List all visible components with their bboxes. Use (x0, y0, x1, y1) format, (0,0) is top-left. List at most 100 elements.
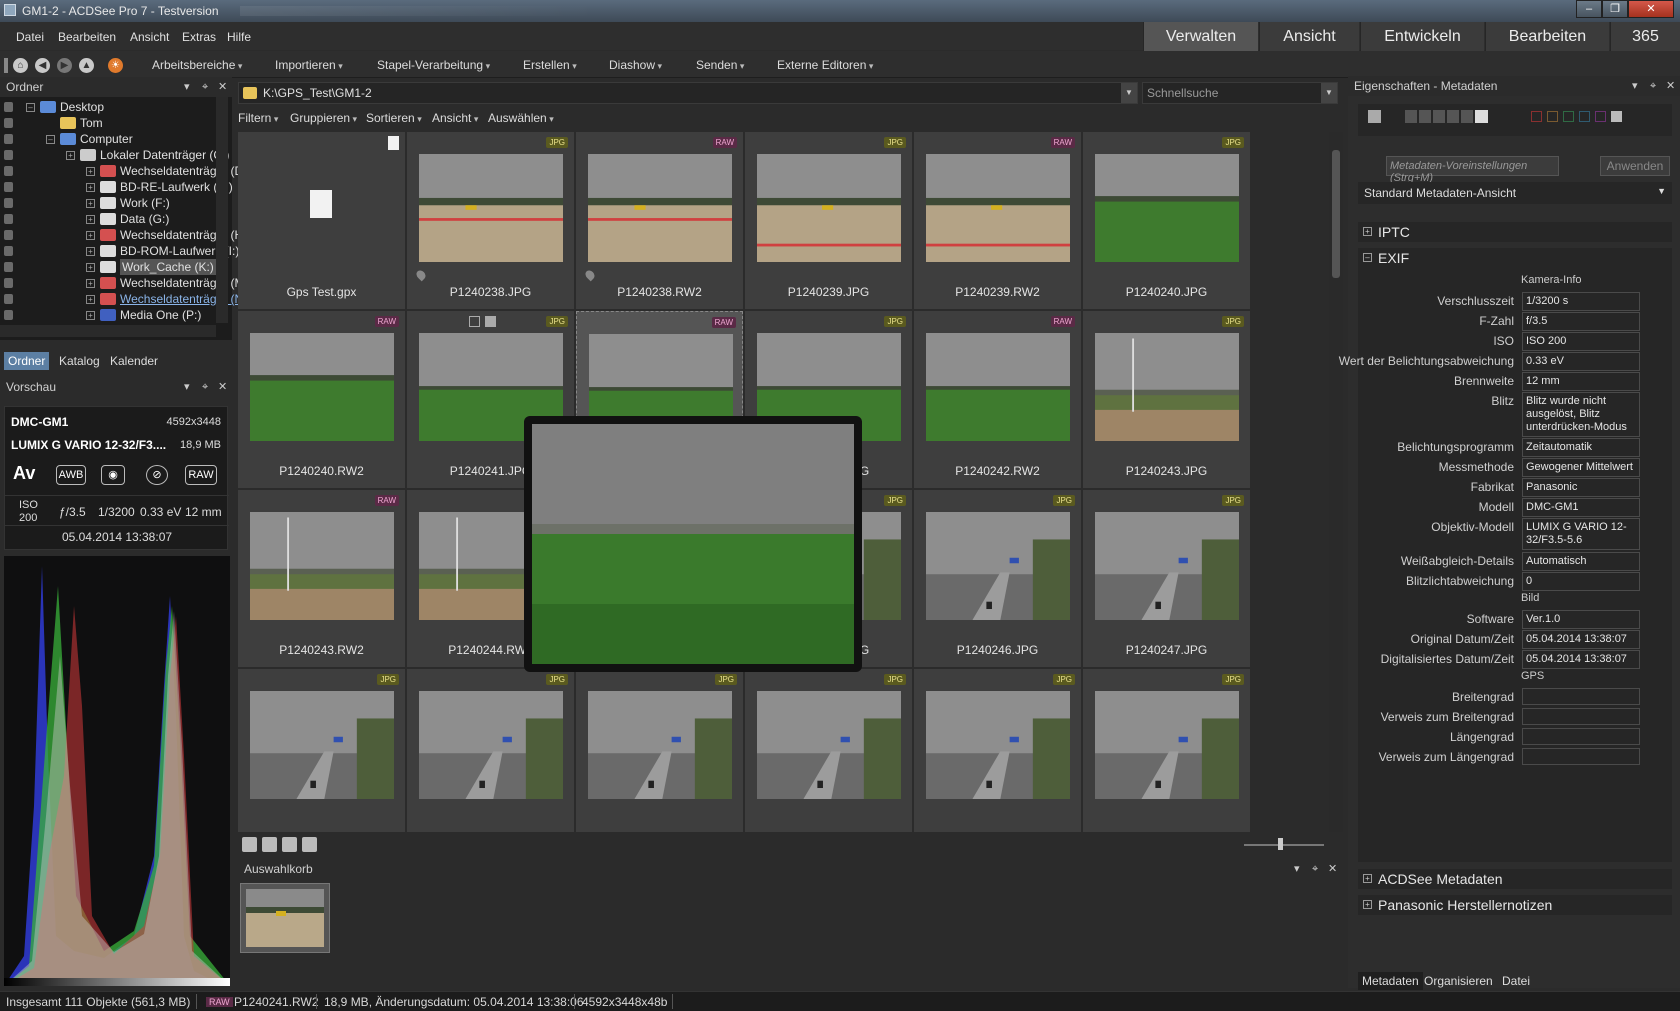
folder-tree-item[interactable]: Computer (80, 131, 133, 147)
tab-ordner[interactable]: Ordner (4, 352, 50, 370)
thumbnail-cell[interactable]: JPG (576, 669, 743, 832)
tb-diashow[interactable]: Diashow (609, 58, 662, 72)
exif-value[interactable] (1522, 708, 1640, 725)
label-orange[interactable] (1547, 111, 1558, 122)
menu-hilfe[interactable]: Hilfe (227, 30, 251, 44)
tb-importieren[interactable]: Importieren (275, 58, 343, 72)
folder-pin-icon[interactable] (4, 262, 13, 272)
exif-value[interactable]: DMC-GM1 (1522, 498, 1640, 517)
thumbnail-cell[interactable]: RAW P1240243.RW2 (238, 490, 405, 667)
folder-pin-icon[interactable] (4, 182, 13, 192)
folder-tree-item[interactable]: Work (F:) (120, 195, 170, 211)
thumbnail-cell[interactable]: JPG P1240240.JPG (1083, 132, 1250, 309)
expand-icon[interactable]: + (86, 183, 95, 192)
folder-tree-item[interactable]: Lokaler Datenträger (C:) (100, 147, 229, 163)
folder-tree-item[interactable]: Work_Cache (K:) (120, 259, 216, 275)
folder-tree-hscrollbar[interactable] (0, 325, 216, 337)
label-purple[interactable] (1595, 111, 1606, 122)
tab-metadaten[interactable]: Metadaten (1358, 972, 1423, 990)
exif-value[interactable]: Gewogener Mittelwert (1522, 458, 1640, 477)
filter-auswaehlen[interactable]: Auswählen (488, 111, 554, 125)
exif-value[interactable]: 0 (1522, 572, 1640, 591)
exif-value[interactable]: Ver.1.0 (1522, 610, 1640, 629)
label-clear[interactable] (1611, 111, 1622, 122)
thumbnail-size-slider[interactable] (1244, 844, 1324, 846)
close-icon[interactable]: ✕ (1328, 859, 1337, 879)
panel-menu-icon[interactable]: ▾ (184, 377, 190, 397)
expand-icon[interactable]: + (86, 231, 95, 240)
tab-datei[interactable]: Datei (1498, 972, 1534, 990)
quick-search-input[interactable]: Schnellsuche ▼ (1142, 82, 1338, 104)
exif-value[interactable]: ISO 200 (1522, 332, 1640, 351)
panel-menu-icon[interactable]: ▾ (1294, 859, 1300, 879)
thumbnail-cell[interactable]: RAW P1240240.RW2 (238, 311, 405, 488)
menu-datei[interactable]: Datei (16, 30, 44, 44)
tab-katalog[interactable]: Katalog (55, 352, 104, 370)
path-bar[interactable]: K:\GPS_Test\GM1-2 ▼ (238, 82, 1138, 104)
folder-tree-scrollbar[interactable] (216, 97, 228, 323)
section-iptc[interactable]: + IPTC (1358, 222, 1672, 242)
folder-pin-icon[interactable] (4, 102, 13, 112)
folder-tree-item[interactable]: Media One (P:) (120, 307, 201, 323)
folder-pin-icon[interactable] (4, 214, 13, 224)
expand-icon[interactable]: + (86, 263, 95, 272)
mode-tab-verwalten[interactable]: Verwalten (1143, 22, 1258, 52)
folder-pin-icon[interactable] (4, 134, 13, 144)
menu-extras[interactable]: Extras (182, 30, 216, 44)
tab-organisieren[interactable]: Organisieren (1420, 972, 1497, 990)
mode-tab-365[interactable]: 365 (1610, 22, 1680, 52)
folder-pin-icon[interactable] (4, 198, 13, 208)
thumbnail-cell[interactable]: RAW P1240242.RW2 (914, 311, 1081, 488)
exif-value[interactable]: Panasonic (1522, 478, 1640, 497)
menu-ansicht[interactable]: Ansicht (130, 30, 169, 44)
folder-tree-item[interactable]: Wechseldatenträger (M: (120, 275, 248, 291)
expand-icon[interactable]: – (26, 103, 35, 112)
scroll-thumb[interactable] (1332, 150, 1340, 278)
folder-pin-icon[interactable] (4, 150, 13, 160)
thumbnail-cell[interactable]: JPG (914, 669, 1081, 832)
thumbnail-cell[interactable]: JPG P1240246.JPG (914, 490, 1081, 667)
exif-value[interactable]: 05.04.2014 13:38:07 (1522, 630, 1640, 649)
folder-tree-item[interactable]: Desktop (60, 99, 104, 115)
thumbnail-cell[interactable]: Gps Test.gpx (238, 132, 405, 309)
exif-value[interactable]: 12 mm (1522, 372, 1640, 391)
expand-icon[interactable]: + (86, 247, 95, 256)
up-folder-icon[interactable]: ▲ (79, 58, 94, 73)
basket-thumbnail[interactable] (240, 883, 330, 953)
pin-icon[interactable]: ⌖ (202, 377, 208, 397)
pin-icon[interactable]: ⌖ (202, 77, 208, 97)
metadata-preset-select[interactable]: Metadaten-Voreinstellungen (Strg+M) (1386, 156, 1559, 184)
exif-value[interactable]: 05.04.2014 13:38:07 (1522, 650, 1640, 669)
metadata-view-select[interactable]: Standard Metadaten-Ansicht ▼ (1358, 182, 1672, 204)
thumbnail-cell[interactable]: RAW P1240238.RW2 (576, 132, 743, 309)
quick-search-dropdown-icon[interactable]: ▼ (1321, 83, 1337, 103)
tag-checkbox[interactable] (1368, 110, 1381, 123)
clear-rating-icon[interactable] (1475, 110, 1488, 123)
exif-value[interactable]: Zeitautomatik (1522, 438, 1640, 457)
rotate-left-icon[interactable] (262, 837, 277, 852)
folder-pin-icon[interactable] (4, 294, 13, 304)
close-icon[interactable]: ✕ (1666, 76, 1675, 96)
path-dropdown-icon[interactable]: ▼ (1121, 83, 1137, 103)
rotate-right-icon[interactable] (282, 837, 297, 852)
label-blue[interactable] (1579, 111, 1590, 122)
thumbnail-cell[interactable]: JPG (745, 669, 912, 832)
thumbnail-cell[interactable]: JPG (1083, 669, 1250, 832)
folder-pin-icon[interactable] (4, 246, 13, 256)
expand-icon[interactable]: + (86, 295, 95, 304)
close-icon[interactable]: ✕ (218, 377, 227, 397)
panel-menu-icon[interactable]: ▾ (1632, 76, 1638, 96)
expand-icon[interactable]: + (86, 199, 95, 208)
thumbnail-cell[interactable]: JPG (407, 669, 574, 832)
mode-tab-bearbeiten[interactable]: Bearbeiten (1485, 22, 1609, 52)
acdsee-365-icon[interactable]: ☀ (108, 58, 123, 73)
minimize-button[interactable]: – (1576, 0, 1602, 18)
filter-sortieren[interactable]: Sortieren (366, 111, 422, 125)
exif-value[interactable]: Blitz wurde nicht ausgelöst, Blitz unter… (1522, 392, 1640, 437)
exif-value[interactable]: LUMIX G VARIO 12-32/F3.5-5.6 (1522, 518, 1640, 550)
exif-value[interactable]: f/3.5 (1522, 312, 1640, 331)
rating-4[interactable] (1447, 110, 1459, 123)
copy-icon[interactable] (242, 837, 257, 852)
expand-icon[interactable]: + (66, 151, 75, 160)
home-icon[interactable]: ⌂ (13, 58, 28, 73)
